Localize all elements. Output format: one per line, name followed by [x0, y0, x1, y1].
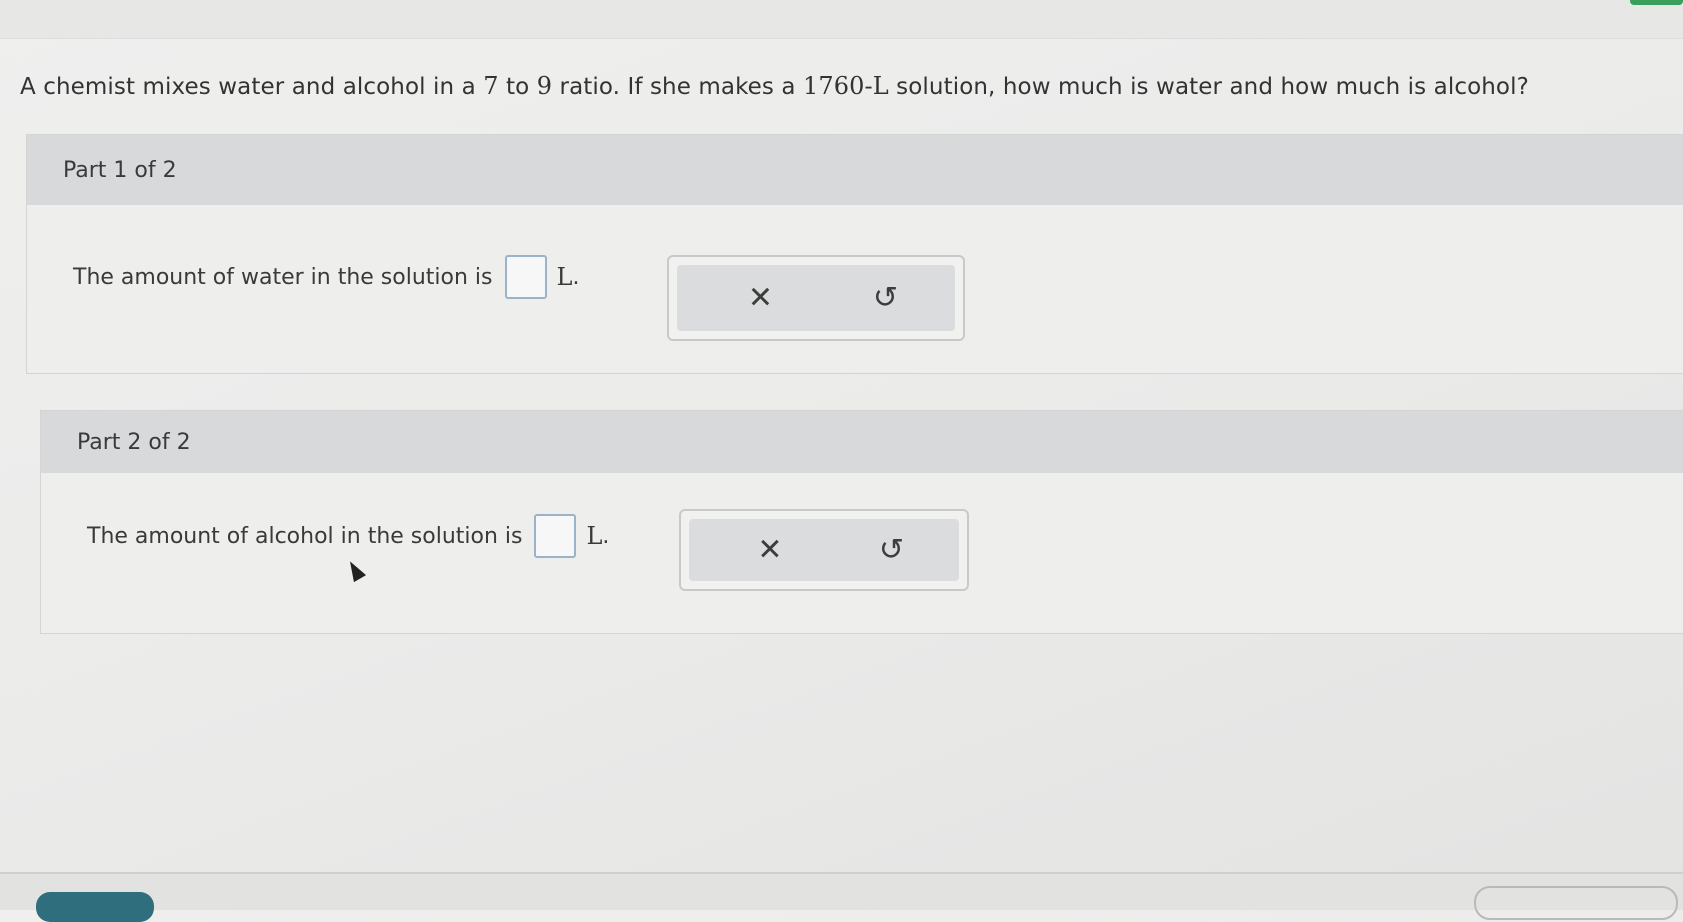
- ratio-b: 9: [536, 72, 553, 100]
- undo-icon[interactable]: ↺: [879, 533, 904, 568]
- question-segment: ratio. If she makes a: [552, 74, 804, 100]
- part-1-period: .: [572, 264, 580, 290]
- primary-action-button[interactable]: [36, 892, 154, 922]
- question-segment: solution, how much is water and how much…: [888, 74, 1529, 100]
- bottom-bar: [0, 872, 1683, 910]
- part-1-tools: ✕ ↺: [667, 255, 965, 341]
- question-text: A chemist mixes water and alcohol in a 7…: [20, 72, 1529, 100]
- question-segment: A chemist mixes water and alcohol in a: [20, 74, 484, 100]
- solution-volume: 1760-L: [803, 72, 889, 100]
- part-2-tools: ✕ ↺: [679, 509, 969, 591]
- part-1-prompt: The amount of water in the solution is: [73, 264, 493, 290]
- close-icon[interactable]: ✕: [748, 281, 773, 316]
- part-1-unit: L: [556, 263, 573, 291]
- secondary-action-button[interactable]: [1474, 886, 1678, 920]
- part-1-panel: Part 1 of 2 The amount of water in the s…: [26, 134, 1683, 374]
- ratio-a: 7: [483, 72, 499, 100]
- top-bar: [0, 0, 1683, 39]
- part-2-unit: L: [586, 522, 603, 550]
- part-2-panel: Part 2 of 2 The amount of alcohol in the…: [40, 410, 1683, 634]
- part-1-tools-bar: ✕ ↺: [677, 265, 955, 331]
- part-1-header: Part 1 of 2: [27, 135, 1683, 205]
- part-2-header: Part 2 of 2: [41, 411, 1683, 473]
- part-2-tools-bar: ✕ ↺: [689, 519, 959, 581]
- part-2-period: .: [602, 523, 610, 549]
- part-2-prompt-row: The amount of alcohol in the solution is…: [87, 514, 609, 558]
- water-answer-input[interactable]: [504, 255, 547, 299]
- undo-icon[interactable]: ↺: [873, 281, 898, 316]
- question-segment: to: [498, 74, 537, 100]
- part-2-prompt: The amount of alcohol in the solution is: [87, 523, 523, 549]
- close-icon[interactable]: ✕: [757, 533, 782, 568]
- status-indicator: [1630, 0, 1683, 5]
- part-1-prompt-row: The amount of water in the solution is L…: [73, 255, 579, 299]
- alcohol-answer-input[interactable]: [534, 514, 577, 558]
